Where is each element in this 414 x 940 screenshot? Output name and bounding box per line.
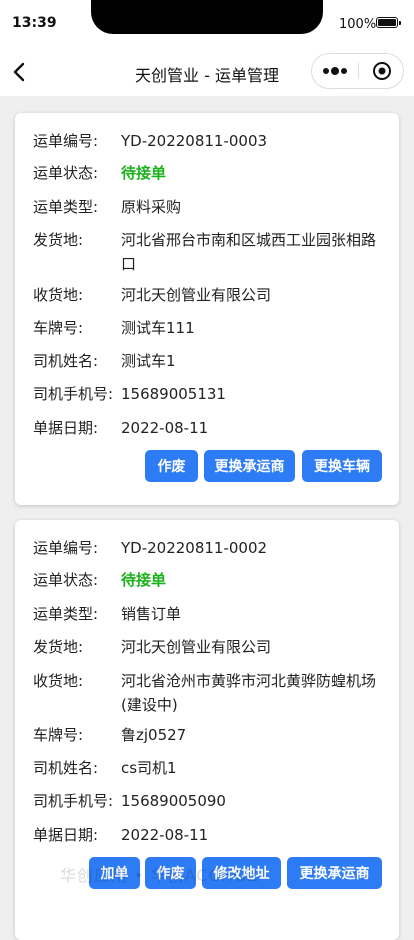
more-icon[interactable]	[312, 54, 358, 88]
field-label: 车牌号:	[33, 726, 84, 744]
field-label: 运单类型:	[33, 198, 99, 216]
field-label: 发货地:	[33, 638, 84, 656]
order-number: YD-20220811-0002	[121, 539, 268, 557]
doc-date: 2022-08-11	[121, 826, 209, 844]
change-vehicle-button[interactable]: 更换车辆	[302, 450, 382, 482]
battery-icon	[376, 17, 401, 28]
close-mini-program-icon[interactable]	[359, 54, 405, 88]
nav-bar: 天创管业 - 运单管理	[0, 48, 414, 96]
field-label: 运单状态:	[33, 164, 99, 182]
void-button[interactable]: 作废	[145, 450, 198, 482]
field-label: 司机姓名:	[33, 352, 99, 370]
field-label: 单据日期:	[33, 826, 99, 844]
field-label: 司机姓名:	[33, 759, 99, 777]
change-carrier-button[interactable]: 更换承运商	[204, 450, 295, 482]
field-label: 收货地:	[33, 672, 84, 690]
order-type: 销售订单	[121, 605, 182, 623]
status-time: 13:39	[12, 15, 57, 31]
field-label: 运单状态:	[33, 571, 99, 589]
destination-address: 河北省沧州市黄骅市河北黄骅防蝗机场(建设中)	[121, 672, 377, 714]
field-label: 发货地:	[33, 231, 84, 249]
field-label: 收货地:	[33, 286, 84, 304]
change-carrier-button[interactable]: 更换承运商	[287, 857, 382, 889]
plate-number: 测试车111	[121, 319, 195, 337]
destination-address: 河北天创管业有限公司	[121, 286, 272, 304]
driver-phone: 15689005131	[121, 385, 226, 403]
watermark: 华创应用 • 华创ACCHGZ	[60, 866, 260, 885]
field-label: 车牌号:	[33, 319, 84, 337]
field-label: 司机手机号:	[33, 385, 114, 403]
status-bar: 13:39 100%	[0, 0, 414, 48]
battery-percent: 100%	[339, 17, 377, 32]
notch	[91, 0, 323, 34]
driver-name: 测试车1	[121, 352, 176, 370]
driver-name: cs司机1	[121, 759, 177, 777]
status-badge: 待接单	[121, 571, 167, 589]
field-label: 单据日期:	[33, 419, 99, 437]
order-number: YD-20220811-0003	[121, 132, 268, 150]
origin-address: 河北省邢台市南和区城西工业园张相路口	[121, 231, 377, 273]
origin-address: 河北天创管业有限公司	[121, 638, 272, 656]
doc-date: 2022-08-11	[121, 419, 209, 437]
field-label: 司机手机号:	[33, 792, 114, 810]
field-label: 运单类型:	[33, 605, 99, 623]
driver-phone: 15689005090	[121, 792, 226, 810]
field-label: 运单编号:	[33, 132, 99, 150]
status-badge: 待接单	[121, 164, 167, 182]
order-type: 原料采购	[121, 198, 182, 216]
order-card: 运单编号: YD-20220811-0003 运单状态: 待接单 运单类型: 原…	[15, 113, 399, 505]
mini-program-capsule	[311, 53, 404, 89]
field-label: 运单编号:	[33, 539, 99, 557]
plate-number: 鲁zj0527	[121, 726, 187, 744]
